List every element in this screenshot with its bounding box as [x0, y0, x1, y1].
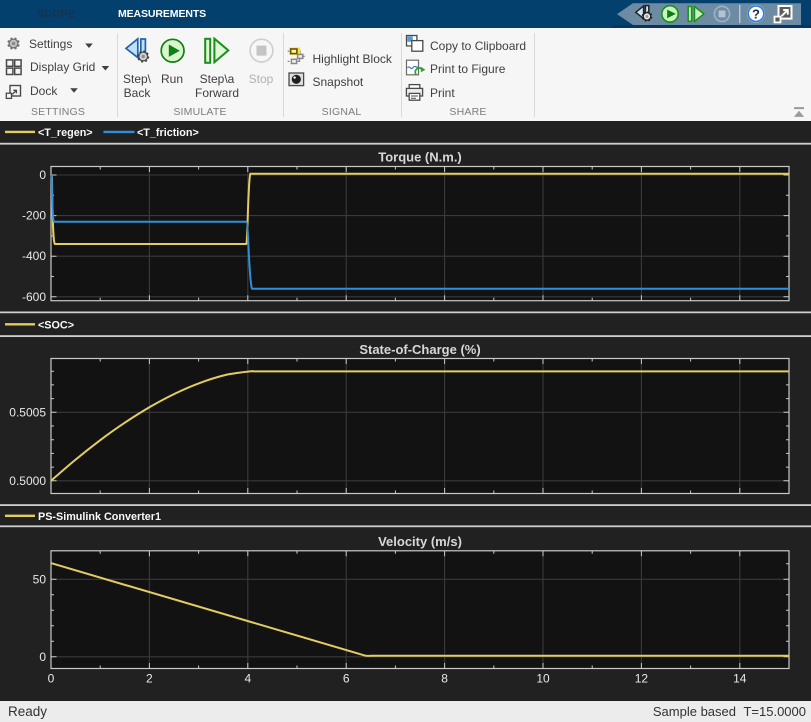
- svg-text:6: 6: [343, 671, 350, 685]
- svg-text:0: 0: [39, 649, 46, 663]
- svg-text:50: 50: [33, 572, 47, 586]
- svg-text:0.5005: 0.5005: [9, 405, 46, 419]
- svg-text:PS-Simulink Converter1: PS-Simulink Converter1: [38, 510, 161, 522]
- svg-text:8: 8: [441, 671, 448, 685]
- svg-text:2: 2: [146, 671, 153, 685]
- svg-text:Velocity (m/s): Velocity (m/s): [378, 534, 462, 549]
- svg-text:12: 12: [635, 671, 649, 685]
- svg-text:Torque (N.m.): Torque (N.m.): [378, 149, 462, 164]
- svg-text:<T_regen>: <T_regen>: [38, 126, 93, 138]
- svg-text:0.5000: 0.5000: [9, 473, 46, 487]
- svg-text:State-of-Charge (%): State-of-Charge (%): [359, 342, 480, 357]
- svg-text:4: 4: [244, 671, 251, 685]
- svg-text:?: ?: [752, 6, 760, 21]
- svg-text:-400: -400: [22, 249, 46, 263]
- svg-text:10: 10: [536, 671, 550, 685]
- svg-text:0: 0: [48, 671, 55, 685]
- svg-text:-600: -600: [22, 289, 46, 303]
- svg-text:14: 14: [733, 671, 747, 685]
- svg-text:0: 0: [39, 168, 46, 182]
- svg-text:<SOC>: <SOC>: [38, 319, 74, 331]
- svg-text:-200: -200: [22, 208, 46, 222]
- svg-text:<T_friction>: <T_friction>: [137, 126, 199, 138]
